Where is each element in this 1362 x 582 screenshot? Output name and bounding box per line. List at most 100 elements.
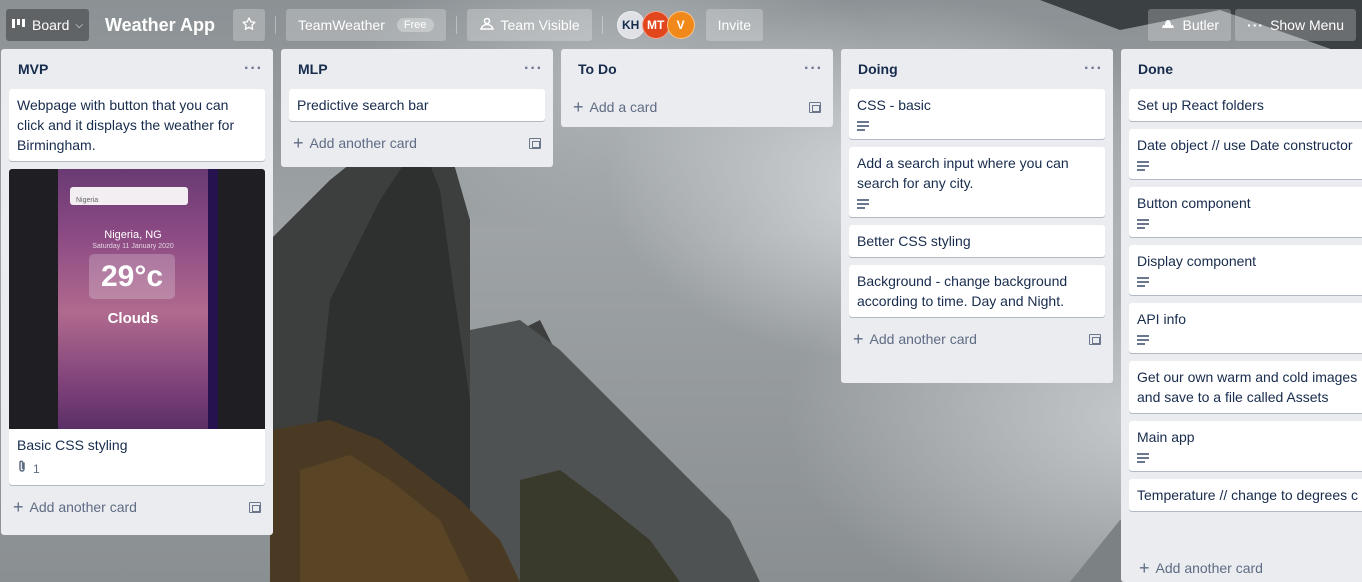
card-cover-image: Nigeria Nigeria, NG Saturday 11 January … (9, 169, 265, 429)
list-card[interactable]: Webpage with button that you can click a… (9, 89, 265, 161)
avatar[interactable]: V (666, 11, 695, 39)
list-card[interactable]: Better CSS styling (849, 225, 1105, 257)
list-card[interactable]: Background - change background according… (849, 265, 1105, 317)
butler-icon (1160, 17, 1176, 34)
add-card-label: Add a card (589, 99, 658, 115)
list-card[interactable]: Set up React folders (1129, 89, 1362, 121)
list-title[interactable]: MLP (298, 61, 328, 77)
board-icon (12, 17, 26, 33)
card-title: Add a search input where you can search … (857, 155, 1069, 191)
list-mvp: MVP ··· Webpage with button that you can… (1, 49, 273, 535)
team-visible-icon (479, 17, 495, 34)
list-menu-icon[interactable]: ··· (244, 60, 263, 78)
visibility-button[interactable]: Team Visible (466, 9, 592, 41)
weather-app-screenshot: Nigeria Nigeria, NG Saturday 11 January … (58, 169, 218, 429)
card-template-icon[interactable] (1089, 333, 1101, 345)
list-title[interactable]: Done (1138, 61, 1173, 77)
show-menu-button[interactable]: ··· Show Menu (1235, 9, 1356, 41)
list-menu-icon[interactable]: ··· (804, 60, 823, 78)
card-template-icon[interactable] (809, 101, 821, 113)
avatar[interactable]: KH (616, 11, 645, 39)
attachment-count: 1 (33, 462, 40, 476)
list-menu-icon[interactable]: ··· (524, 60, 543, 78)
description-icon (857, 121, 869, 131)
team-name: TeamWeather (297, 17, 385, 33)
add-card-button[interactable]: + Add another card (1121, 552, 1362, 582)
board-switcher-button[interactable]: Board ⌵ (6, 9, 89, 41)
list-card[interactable]: Display component (1129, 245, 1362, 295)
description-icon (1137, 277, 1149, 287)
card-title: Get our own warm and cold images and sav… (1137, 369, 1358, 405)
header-divider (601, 16, 603, 34)
card-title: Better CSS styling (857, 233, 971, 249)
card-template-icon[interactable] (529, 137, 541, 149)
list-title[interactable]: MVP (18, 61, 48, 77)
avatar[interactable]: MT (641, 11, 670, 39)
cover-temperature: 29°c (89, 254, 175, 299)
cover-search-box: Nigeria (70, 187, 188, 205)
card-title: Temperature // change to degrees c (1137, 487, 1359, 503)
add-card-button[interactable]: + Add another card (1, 489, 273, 525)
card-template-icon[interactable] (249, 501, 261, 513)
plus-icon: + (853, 329, 864, 349)
member-avatars: KH MT V (616, 11, 695, 39)
list-mlp: MLP ··· Predictive search bar + Add anoth… (281, 49, 553, 167)
butler-button[interactable]: Butler (1148, 9, 1232, 41)
description-icon (1137, 335, 1149, 345)
board-header: Board ⌵ Weather App TeamWeather Free Tea… (0, 0, 1362, 50)
description-icon (857, 199, 869, 209)
board-title[interactable]: Weather App (97, 15, 225, 36)
card-title: Main app (1137, 429, 1195, 445)
list-menu-icon[interactable]: ··· (1084, 60, 1103, 78)
add-card-label: Add another card (309, 135, 417, 151)
more-icon: ··· (1247, 17, 1265, 33)
card-title: Background - change background according… (857, 273, 1068, 309)
add-card-label: Add another card (869, 331, 977, 347)
card-title: Button component (1137, 195, 1251, 211)
card-title: Display component (1137, 253, 1257, 269)
invite-button[interactable]: Invite (705, 9, 764, 41)
add-card-button[interactable]: + Add a card (561, 89, 833, 125)
attachment-badge: 1 (17, 459, 257, 479)
list-title[interactable]: Doing (858, 61, 898, 77)
card-title: Webpage with button that you can click a… (17, 97, 235, 153)
card-title: Set up React folders (1137, 97, 1264, 113)
plus-icon: + (1139, 558, 1150, 578)
list-card[interactable]: CSS - basic (849, 89, 1105, 139)
visibility-label: Team Visible (500, 17, 580, 33)
butler-label: Butler (1182, 17, 1220, 33)
list-doing: Doing ··· CSS - basic Add a search input… (841, 49, 1113, 383)
plus-icon: + (13, 497, 24, 517)
description-icon (1137, 161, 1149, 171)
add-card-button[interactable]: + Add another card (281, 125, 553, 161)
cover-condition: Clouds (107, 310, 159, 327)
add-card-label: Add another card (29, 499, 137, 515)
header-right: Butler ··· Show Menu (1148, 9, 1356, 41)
list-card[interactable]: Nigeria Nigeria, NG Saturday 11 January … (9, 169, 265, 485)
add-card-button[interactable]: + Add another card (841, 321, 1113, 357)
team-button[interactable]: TeamWeather Free (285, 9, 446, 41)
list-card[interactable]: Predictive search bar (289, 89, 545, 121)
list-card[interactable]: Temperature // change to degrees c (1129, 479, 1362, 511)
card-title: Basic CSS styling (17, 437, 128, 453)
list-card[interactable]: Button component (1129, 187, 1362, 237)
list-card[interactable]: Date object // use Date constructor (1129, 129, 1362, 179)
cover-side-bar (208, 169, 218, 429)
card-title: Date object // use Date constructor (1137, 137, 1353, 153)
list-card[interactable]: Add a search input where you can search … (849, 147, 1105, 217)
plus-icon: + (293, 133, 304, 153)
list-title[interactable]: To Do (578, 61, 617, 77)
list-card[interactable]: API info (1129, 303, 1362, 353)
invite-label: Invite (717, 17, 752, 33)
list-done: Done Set up React folders Date object //… (1121, 49, 1362, 582)
list-card[interactable]: Get our own warm and cold images and sav… (1129, 361, 1362, 413)
star-button[interactable] (232, 9, 265, 41)
paperclip-icon (17, 459, 27, 479)
header-divider (274, 16, 276, 34)
card-title: Predictive search bar (297, 97, 429, 113)
list-to-do: To Do ··· + Add a card (561, 49, 833, 127)
chevron-down-icon: ⌵ (75, 19, 83, 31)
list-card[interactable]: Main app (1129, 421, 1362, 471)
description-icon (1137, 219, 1149, 229)
board-switcher-label: Board (32, 17, 70, 33)
